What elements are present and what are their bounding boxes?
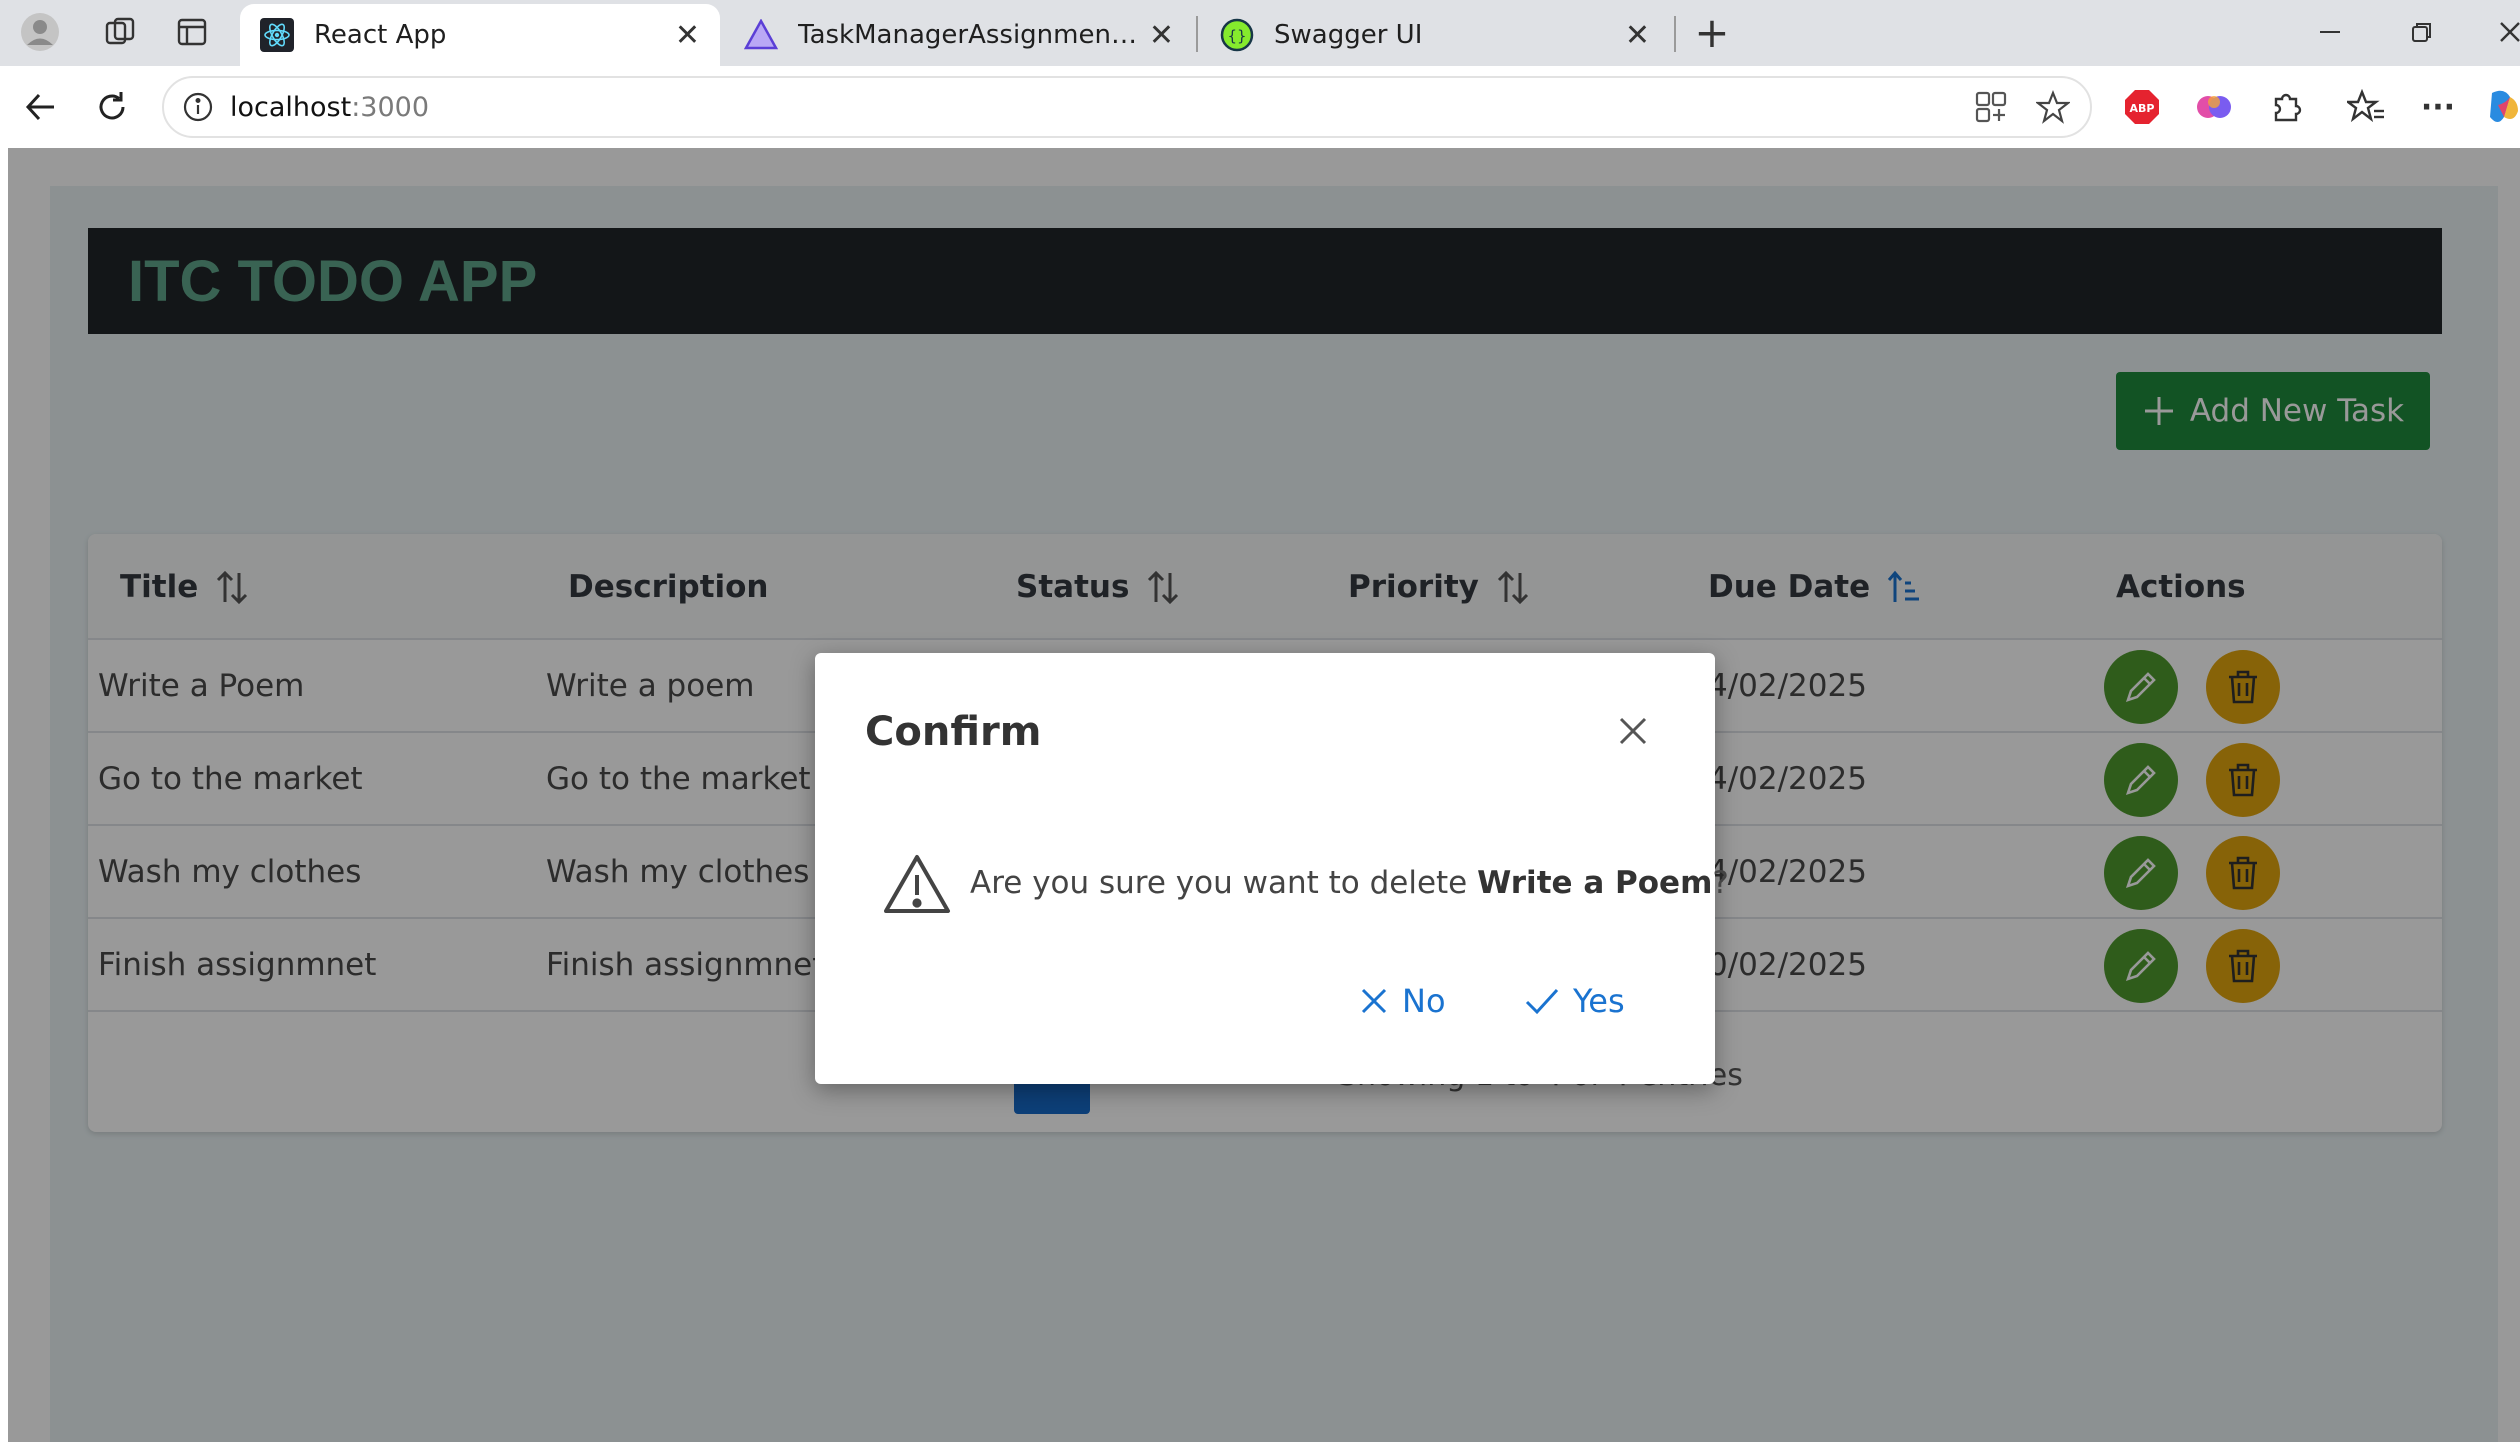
adblock-plus-icon[interactable]: ABP xyxy=(2116,81,2168,133)
check-icon xyxy=(1525,988,1559,1015)
tab-taskmanager-resource[interactable]: TaskManagerAssignment resource ✕ xyxy=(724,4,1194,66)
azure-triangle-icon xyxy=(744,19,778,50)
tab-label: TaskManagerAssignment resource xyxy=(798,20,1139,50)
back-icon[interactable] xyxy=(14,81,66,133)
close-tab-icon[interactable]: ✕ xyxy=(1149,18,1174,53)
app-available-icon[interactable] xyxy=(1974,90,2008,124)
profile-icon[interactable] xyxy=(14,6,66,58)
browser-toolbar: localhost:3000 ABP ··· xyxy=(0,66,2520,148)
svg-text:ABP: ABP xyxy=(2130,102,2155,115)
workspaces-icon[interactable] xyxy=(94,6,146,58)
restore-icon[interactable] xyxy=(2396,6,2448,58)
more-options-icon[interactable]: ··· xyxy=(2412,81,2464,133)
no-button-label: No xyxy=(1402,982,1446,1020)
tab-label: React App xyxy=(314,20,447,50)
url-host: localhost xyxy=(230,91,352,123)
svg-text:{}: {} xyxy=(1227,27,1246,45)
x-icon xyxy=(1361,988,1387,1014)
tab-separator xyxy=(1196,16,1198,52)
warning-triangle-icon xyxy=(884,855,950,913)
message-prefix: Are you sure you want to delete xyxy=(970,865,1478,901)
message-suffix: ? xyxy=(1712,865,1729,901)
refresh-icon[interactable] xyxy=(86,81,138,133)
dialog-title: Confirm xyxy=(865,709,1042,755)
address-bar-input[interactable]: localhost:3000 xyxy=(162,76,2092,138)
browser-tab-bar: React App ✕ TaskManagerAssignment resour… xyxy=(0,0,2520,66)
site-info-icon[interactable] xyxy=(182,91,214,123)
swagger-icon: {} xyxy=(1220,18,1254,52)
favorites-icon[interactable] xyxy=(2340,81,2392,133)
close-tab-icon[interactable]: ✕ xyxy=(1625,18,1650,53)
close-tab-icon[interactable]: ✕ xyxy=(675,18,700,53)
yes-button-label: Yes xyxy=(1573,982,1625,1020)
close-icon[interactable] xyxy=(1615,713,1651,749)
tab-separator xyxy=(1674,16,1676,52)
dialog-message: Are you sure you want to delete Write a … xyxy=(970,865,1729,901)
vertical-tabs-icon[interactable] xyxy=(166,6,218,58)
tab-label: Swagger UI xyxy=(1274,20,1423,50)
tab-swagger-ui[interactable]: {} Swagger UI ✕ xyxy=(1200,4,1670,66)
no-button[interactable]: No xyxy=(1360,971,1446,1031)
tab-react-app[interactable]: React App ✕ xyxy=(240,4,720,66)
react-logo-icon xyxy=(260,18,294,52)
yes-button[interactable]: Yes xyxy=(1525,971,1625,1031)
extensions-puzzle-icon[interactable] xyxy=(2260,81,2312,133)
confirm-dialog: Confirm Are you sure you want to delete … xyxy=(815,653,1729,1084)
url-port: :3000 xyxy=(351,91,430,123)
message-item-name: Write a Poem xyxy=(1477,865,1713,901)
copilot-icon[interactable] xyxy=(2478,81,2520,133)
brain-extension-icon[interactable] xyxy=(2188,81,2240,133)
window-close-icon[interactable] xyxy=(2484,6,2520,58)
minimize-icon[interactable] xyxy=(2304,6,2356,58)
favorite-star-icon[interactable] xyxy=(2036,90,2070,124)
new-tab-icon[interactable]: + xyxy=(1686,6,1738,58)
